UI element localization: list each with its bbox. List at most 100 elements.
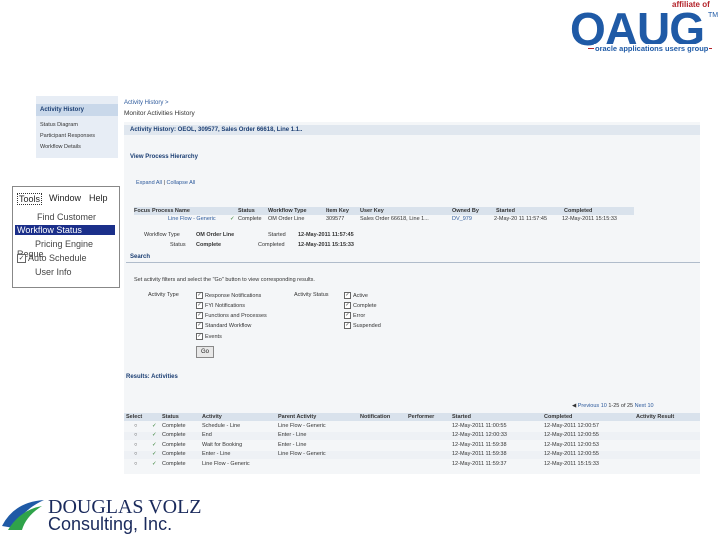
results-pagination: ◀ Previous 10 1-25 of 25 Next 10 — [572, 403, 654, 409]
range-select[interactable]: 1-25 of 25 — [608, 403, 633, 409]
hierarchy-title: View Process Hierarchy — [130, 154, 198, 160]
col-workflow-type: Workflow Type — [268, 208, 307, 214]
checkbox-checked-icon[interactable]: ✓ — [196, 322, 203, 329]
type-response[interactable]: ✓ Response Notifications — [196, 292, 261, 299]
radio-icon[interactable]: ○ — [134, 461, 137, 467]
hier-process[interactable]: Line Flow - Generic — [168, 216, 216, 222]
menu-tools[interactable]: Tools — [17, 193, 43, 205]
table-row: ○ ✓ Complete Line Flow - Generic 12-May-… — [124, 461, 700, 469]
row-activity[interactable]: Line Flow - Generic — [202, 461, 250, 467]
res-col-notification: Notification — [360, 414, 391, 420]
left-nav-status-diagram[interactable]: Status Diagram — [40, 122, 78, 128]
check-icon: ✓ — [152, 451, 157, 457]
check-icon: ✓ — [230, 216, 235, 222]
checkbox-checked-icon[interactable]: ✓ — [344, 292, 351, 299]
col-completed: Completed — [564, 208, 593, 214]
left-nav-participant-responses[interactable]: Participant Responses — [40, 133, 95, 139]
checkbox-checked-icon[interactable]: ✓ — [196, 302, 203, 309]
hierarchy-link-separator: | — [163, 180, 165, 186]
previous-link[interactable]: Previous 10 — [578, 403, 607, 409]
completed-label: Completed — [258, 242, 285, 248]
status-error[interactable]: ✓ Error — [344, 312, 365, 319]
res-col-select: Select — [126, 414, 143, 420]
res-col-status: Status — [162, 414, 179, 420]
tools-menu: Tools Window Help Find Customer Workflow… — [12, 186, 120, 288]
radio-icon[interactable]: ○ — [134, 442, 137, 448]
hier-user-key: Sales Order 66618, Line 1... — [360, 216, 429, 222]
check-icon: ✓ — [152, 461, 157, 467]
type-fyi[interactable]: ✓ FYI Notifications — [196, 302, 245, 309]
status-active[interactable]: ✓ Active — [344, 292, 368, 299]
hier-completed: 12-May-2011 15:15:33 — [562, 216, 617, 222]
radio-icon[interactable]: ○ — [134, 432, 137, 438]
col-started: Started — [496, 208, 515, 214]
row-activity[interactable]: Wait for Booking — [202, 442, 242, 448]
row-started: 12-May-2011 11:59:37 — [452, 461, 507, 467]
table-row: ○ ✓ Complete Wait for Booking Enter - Li… — [124, 442, 700, 450]
completed-value: 12-May-2011 15:15:33 — [298, 242, 354, 248]
go-button[interactable]: Go — [196, 346, 214, 358]
radio-icon[interactable]: ○ — [134, 451, 137, 457]
hier-owned[interactable]: DV_979 — [452, 216, 472, 222]
radio-icon[interactable]: ○ — [134, 423, 137, 429]
row-activity[interactable]: Enter - Line — [202, 451, 230, 457]
menu-item-user-info[interactable]: User Info — [17, 267, 117, 277]
page-title: Monitor Activities History — [124, 110, 195, 117]
checkbox-checked-icon[interactable]: ✓ — [344, 312, 351, 319]
started-value: 12-May-2011 11:57:45 — [298, 232, 354, 238]
row-started: 12-May-2011 12:00:33 — [452, 432, 507, 438]
history-bar: Activity History: OEOL, 309577, Sales Or… — [124, 125, 700, 135]
collapse-all-link[interactable]: Collapse All — [167, 180, 196, 186]
breadcrumb[interactable]: Activity History > — [124, 100, 169, 106]
hier-type: OM Order Line — [268, 216, 305, 222]
type-standard[interactable]: ✓ Standard Workflow — [196, 322, 251, 329]
check-icon: ✓ — [152, 423, 157, 429]
hierarchy-links: Expand All | Collapse All — [136, 180, 195, 186]
res-col-started: Started — [452, 414, 471, 420]
checkbox-checked-icon[interactable]: ✓ — [196, 333, 203, 340]
row-completed: 12-May-2011 12:00:53 — [544, 442, 599, 448]
checkbox-checked-icon[interactable]: ✓ — [196, 292, 203, 299]
oaug-tagline: oracle applications users group — [594, 44, 710, 53]
row-completed: 12-May-2011 12:00:57 — [544, 423, 599, 429]
row-completed: 12-May-2011 12:00:55 — [544, 451, 599, 457]
menu-bar: Tools Window Help — [13, 187, 119, 209]
check-icon: ✓ — [152, 442, 157, 448]
previous-icon[interactable]: ◀ — [572, 403, 576, 409]
menu-item-workflow-status[interactable]: Workflow Status — [15, 225, 115, 235]
row-activity[interactable]: End — [202, 432, 212, 438]
left-nav-workflow-details[interactable]: Workflow Details — [40, 144, 81, 150]
menu-help[interactable]: Help — [89, 193, 108, 203]
res-col-completed: Completed — [544, 414, 573, 420]
row-parent: Line Flow - Generic — [278, 451, 326, 457]
status-suspended[interactable]: ✓ Suspended — [344, 322, 381, 329]
type-functions[interactable]: ✓ Functions and Processes — [196, 312, 267, 319]
checkbox-checked-icon[interactable]: ✓ — [344, 302, 351, 309]
row-activity[interactable]: Schedule - Line — [202, 423, 240, 429]
row-completed: 12-May-2011 15:15:33 — [544, 461, 599, 467]
search-title: Search — [130, 254, 151, 260]
oaug-tm: TM — [708, 12, 719, 19]
row-completed: 12-May-2011 12:00:55 — [544, 432, 599, 438]
table-row: ○ ✓ Complete Schedule - Line Line Flow -… — [124, 423, 700, 431]
status-label: Status — [170, 242, 186, 248]
menu-window[interactable]: Window — [49, 193, 81, 203]
hier-item-key: 309577 — [326, 216, 345, 222]
checkbox-checked-icon[interactable]: ✓ — [344, 322, 351, 329]
started-label: Started — [268, 232, 286, 238]
checkbox-checked-icon[interactable]: ✓ — [196, 312, 203, 319]
row-parent: Line Flow - Generic — [278, 423, 326, 429]
res-col-activity: Activity — [202, 414, 222, 420]
checkbox-checked-icon[interactable]: ✓ — [17, 254, 26, 264]
status-complete[interactable]: ✓ Complete — [344, 302, 377, 309]
row-started: 12-May-2011 11:59:38 — [452, 442, 507, 448]
next-link[interactable]: Next 10 — [635, 403, 654, 409]
row-status: Complete — [162, 442, 186, 448]
left-nav-header[interactable]: Activity History — [36, 104, 118, 116]
menu-item-find-customer[interactable]: Find Customer — [17, 212, 117, 222]
res-col-result: Activity Result — [636, 414, 675, 420]
type-events[interactable]: ✓ Events — [196, 333, 222, 340]
menu-item-auto-schedule[interactable]: ✓ Auto Schedule — [17, 253, 117, 264]
expand-all-link[interactable]: Expand All — [136, 180, 162, 186]
col-process-name: Process Name — [152, 208, 190, 214]
